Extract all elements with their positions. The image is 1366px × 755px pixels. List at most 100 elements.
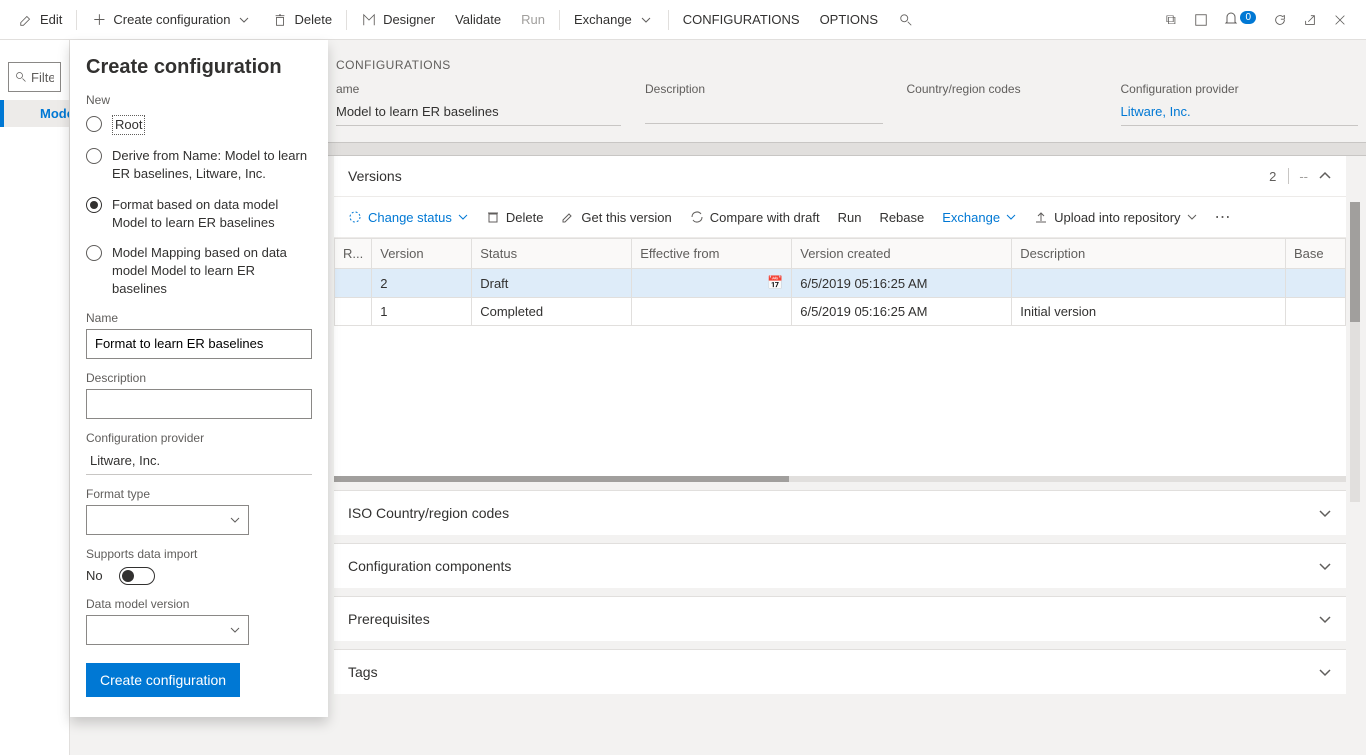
col-created[interactable]: Version created	[792, 239, 1012, 269]
trash-icon	[272, 12, 288, 28]
delete-version-button[interactable]: Delete	[486, 210, 544, 225]
versions-panel: Versions 2 -- Change status Delete Get t…	[334, 156, 1346, 482]
create-config-label: Create configuration	[113, 12, 230, 27]
horizontal-scrollbar[interactable]	[334, 476, 1346, 482]
cell-effective[interactable]: 📅	[632, 269, 792, 298]
designer-icon	[361, 12, 377, 28]
chevron-down-icon	[1187, 212, 1197, 222]
cell-created: 6/5/2019 05:16:25 AM	[792, 269, 1012, 298]
provider-value: Litware, Inc.	[86, 449, 312, 475]
name-col-value[interactable]: Model to learn ER baselines	[336, 102, 621, 126]
table-row[interactable]: 1 Completed 6/5/2019 05:16:25 AM Initial…	[335, 298, 1346, 326]
top-toolbar: Edit ＋ Create configuration Delete Desig…	[0, 0, 1366, 40]
validate-button[interactable]: Validate	[445, 6, 511, 33]
desc-col-value[interactable]	[645, 102, 883, 124]
create-config-button[interactable]: ＋ Create configuration	[81, 6, 262, 34]
cell-status: Completed	[472, 298, 632, 326]
panel-header[interactable]: Configuration components	[334, 544, 1346, 588]
tree-item-model[interactable]: Model	[0, 100, 69, 127]
versions-count: 2	[1269, 169, 1276, 184]
table-row[interactable]: 2 Draft 📅 6/5/2019 05:16:25 AM	[335, 269, 1346, 298]
edit-button[interactable]: Edit	[8, 6, 72, 34]
format-type-select[interactable]	[86, 505, 249, 535]
radio-format[interactable]: Format based on data model Model to lear…	[86, 196, 312, 232]
office-icon[interactable]	[1193, 12, 1209, 28]
components-panel: Configuration components	[334, 543, 1346, 588]
refresh-icon[interactable]	[1272, 12, 1288, 28]
col-effective[interactable]: Effective from	[632, 239, 792, 269]
panel-header[interactable]: Tags	[334, 650, 1346, 694]
panel-header[interactable]: Prerequisites	[334, 597, 1346, 641]
chevron-down-icon	[458, 212, 468, 222]
radio-icon	[86, 245, 102, 261]
calendar-icon[interactable]: 📅	[767, 275, 783, 291]
compare-icon	[690, 210, 704, 224]
more-actions-icon[interactable]: ⋯	[1215, 207, 1233, 227]
col-version[interactable]: Version	[372, 239, 472, 269]
filter-input[interactable]: Filter	[8, 62, 61, 92]
chevron-up-icon[interactable]	[1318, 169, 1332, 183]
supports-import-label: Supports data import	[86, 547, 312, 561]
delete-button[interactable]: Delete	[262, 6, 342, 34]
radio-root[interactable]: Root	[86, 115, 312, 135]
provider-col-value[interactable]: Litware, Inc.	[1121, 102, 1359, 126]
run-version-button[interactable]: Run	[838, 210, 862, 225]
radio-mapping-label: Model Mapping based on data model Model …	[112, 244, 312, 299]
data-model-version-select[interactable]	[86, 615, 249, 645]
cell-status: Draft	[472, 269, 632, 298]
format-type-label: Format type	[86, 487, 312, 501]
exchange-version-button[interactable]: Exchange	[942, 210, 1016, 225]
panel-header[interactable]: ISO Country/region codes	[334, 491, 1346, 535]
name-input[interactable]	[86, 329, 312, 359]
supports-import-toggle[interactable]	[119, 567, 155, 585]
col-r[interactable]: R...	[335, 239, 372, 269]
change-status-button[interactable]: Change status	[348, 210, 468, 225]
tags-panel: Tags	[334, 649, 1346, 694]
col-base[interactable]: Base	[1286, 239, 1346, 269]
radio-derive[interactable]: Derive from Name: Model to learn ER base…	[86, 147, 312, 183]
iso-codes-panel: ISO Country/region codes	[334, 490, 1346, 535]
col-description[interactable]: Description	[1012, 239, 1286, 269]
chevron-down-icon	[236, 12, 252, 28]
left-pane: Filter Model	[0, 40, 70, 755]
get-version-button[interactable]: Get this version	[561, 210, 671, 225]
versions-header[interactable]: Versions 2 --	[334, 156, 1346, 197]
attach-icon[interactable]: ⧉	[1163, 12, 1179, 28]
data-model-version-label: Data model version	[86, 597, 312, 611]
chevron-down-icon	[230, 515, 240, 525]
radio-mapping[interactable]: Model Mapping based on data model Model …	[86, 244, 312, 299]
configurations-link[interactable]: CONFIGURATIONS	[673, 6, 810, 33]
search-button[interactable]	[888, 6, 924, 34]
options-link[interactable]: OPTIONS	[810, 6, 889, 33]
exchange-button[interactable]: Exchange	[564, 6, 664, 34]
create-config-submit[interactable]: Create configuration	[86, 663, 240, 697]
notification-badge: 0	[1240, 11, 1256, 24]
upload-icon	[1034, 210, 1048, 224]
designer-button[interactable]: Designer	[351, 6, 445, 34]
compare-button[interactable]: Compare with draft	[690, 210, 820, 225]
radio-root-label: Root	[112, 115, 145, 135]
cell-description: Initial version	[1012, 298, 1286, 326]
separator	[76, 10, 77, 30]
notifications-icon[interactable]: 0	[1223, 10, 1258, 29]
separator	[668, 10, 669, 30]
cell-description	[1012, 269, 1286, 298]
rebase-button[interactable]: Rebase	[879, 210, 924, 225]
search-icon	[898, 12, 914, 28]
separator	[346, 10, 347, 30]
upload-repo-button[interactable]: Upload into repository	[1034, 210, 1196, 225]
col-status[interactable]: Status	[472, 239, 632, 269]
country-col-value	[907, 102, 1097, 124]
supports-import-value: No	[86, 568, 103, 583]
radio-icon	[86, 116, 102, 132]
close-icon[interactable]	[1332, 12, 1348, 28]
cell-effective	[632, 298, 792, 326]
radio-icon	[86, 148, 102, 164]
chevron-down-icon	[1318, 506, 1332, 520]
config-header: CONFIGURATIONS ame Model to learn ER bas…	[328, 40, 1366, 136]
popout-icon[interactable]	[1302, 12, 1318, 28]
radio-format-label: Format based on data model Model to lear…	[112, 196, 312, 232]
desc-input[interactable]	[86, 389, 312, 419]
cell-created: 6/5/2019 05:16:25 AM	[792, 298, 1012, 326]
vertical-scrollbar[interactable]	[1350, 202, 1360, 502]
